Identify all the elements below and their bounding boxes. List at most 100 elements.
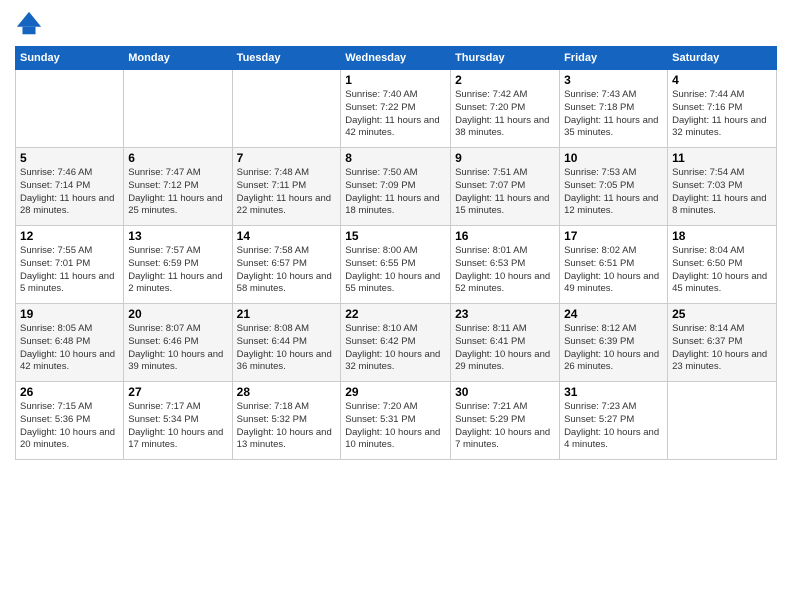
calendar-cell: 6 Sunrise: 7:47 AM Sunset: 7:12 PM Daylig…: [124, 148, 232, 226]
logo-icon: [15, 10, 43, 38]
calendar-table: SundayMondayTuesdayWednesdayThursdayFrid…: [15, 46, 777, 460]
calendar-cell: 12 Sunrise: 7:55 AM Sunset: 7:01 PM Dayli…: [16, 226, 124, 304]
day-info: Sunrise: 8:07 AM Sunset: 6:46 PM Dayligh…: [128, 323, 227, 374]
day-info: Sunrise: 8:05 AM Sunset: 6:48 PM Dayligh…: [20, 323, 119, 374]
day-number: 3: [564, 73, 663, 87]
calendar-cell: 18Sunrise: 8:04 AM Sunset: 6:50 PM Dayli…: [668, 226, 777, 304]
day-info: Sunrise: 7:53 AM Sunset: 7:05 PM Dayligh…: [564, 167, 663, 218]
day-number: 19: [20, 307, 119, 321]
calendar-header-wednesday: Wednesday: [341, 47, 451, 70]
calendar-cell: 13Sunrise: 7:57 AM Sunset: 6:59 PM Dayli…: [124, 226, 232, 304]
day-info: Sunrise: 8:10 AM Sunset: 6:42 PM Dayligh…: [345, 323, 446, 374]
day-number: 21: [237, 307, 337, 321]
calendar-cell: 2 Sunrise: 7:42 AM Sunset: 7:20 PM Daylig…: [451, 70, 560, 148]
day-number: 22: [345, 307, 446, 321]
day-number: 15: [345, 229, 446, 243]
day-number: 18: [672, 229, 772, 243]
page-header: [15, 10, 777, 38]
day-info: Sunrise: 7:48 AM Sunset: 7:11 PM Dayligh…: [237, 167, 337, 218]
calendar-header-sunday: Sunday: [16, 47, 124, 70]
calendar-header-row: SundayMondayTuesdayWednesdayThursdayFrid…: [16, 47, 777, 70]
day-info: Sunrise: 7:20 AM Sunset: 5:31 PM Dayligh…: [345, 401, 446, 452]
calendar-week-4: 19 Sunrise: 8:05 AM Sunset: 6:48 PM Dayli…: [16, 304, 777, 382]
day-number: 5: [20, 151, 119, 165]
day-info: Sunrise: 8:11 AM Sunset: 6:41 PM Dayligh…: [455, 323, 555, 374]
day-number: 10: [564, 151, 663, 165]
day-info: Sunrise: 8:14 AM Sunset: 6:37 PM Dayligh…: [672, 323, 772, 374]
day-info: Sunrise: 7:43 AM Sunset: 7:18 PM Dayligh…: [564, 89, 663, 140]
day-info: Sunrise: 8:12 AM Sunset: 6:39 PM Dayligh…: [564, 323, 663, 374]
day-number: 28: [237, 385, 337, 399]
calendar-week-5: 26 Sunrise: 7:15 AM Sunset: 5:36 PM Dayli…: [16, 382, 777, 460]
calendar-week-3: 12 Sunrise: 7:55 AM Sunset: 7:01 PM Dayli…: [16, 226, 777, 304]
day-info: Sunrise: 7:15 AM Sunset: 5:36 PM Dayligh…: [20, 401, 119, 452]
calendar-cell: 31Sunrise: 7:23 AM Sunset: 5:27 PM Dayli…: [560, 382, 668, 460]
calendar-cell: [124, 70, 232, 148]
day-info: Sunrise: 7:51 AM Sunset: 7:07 PM Dayligh…: [455, 167, 555, 218]
calendar-week-1: 1 Sunrise: 7:40 AM Sunset: 7:22 PM Daylig…: [16, 70, 777, 148]
day-number: 16: [455, 229, 555, 243]
calendar-week-2: 5 Sunrise: 7:46 AM Sunset: 7:14 PM Daylig…: [16, 148, 777, 226]
day-number: 26: [20, 385, 119, 399]
day-number: 24: [564, 307, 663, 321]
day-info: Sunrise: 7:21 AM Sunset: 5:29 PM Dayligh…: [455, 401, 555, 452]
calendar-cell: 19 Sunrise: 8:05 AM Sunset: 6:48 PM Dayli…: [16, 304, 124, 382]
day-info: Sunrise: 8:01 AM Sunset: 6:53 PM Dayligh…: [455, 245, 555, 296]
calendar-cell: 9Sunrise: 7:51 AM Sunset: 7:07 PM Daylig…: [451, 148, 560, 226]
day-info: Sunrise: 7:58 AM Sunset: 6:57 PM Dayligh…: [237, 245, 337, 296]
day-info: Sunrise: 7:44 AM Sunset: 7:16 PM Dayligh…: [672, 89, 772, 140]
day-number: 27: [128, 385, 227, 399]
calendar-cell: 1 Sunrise: 7:40 AM Sunset: 7:22 PM Daylig…: [341, 70, 451, 148]
day-number: 23: [455, 307, 555, 321]
day-info: Sunrise: 7:46 AM Sunset: 7:14 PM Dayligh…: [20, 167, 119, 218]
calendar-cell: [16, 70, 124, 148]
calendar-cell: 10 Sunrise: 7:53 AM Sunset: 7:05 PM Dayli…: [560, 148, 668, 226]
day-info: Sunrise: 7:23 AM Sunset: 5:27 PM Dayligh…: [564, 401, 663, 452]
calendar-cell: 24 Sunrise: 8:12 AM Sunset: 6:39 PM Dayli…: [560, 304, 668, 382]
day-info: Sunrise: 7:47 AM Sunset: 7:12 PM Dayligh…: [128, 167, 227, 218]
day-info: Sunrise: 7:42 AM Sunset: 7:20 PM Dayligh…: [455, 89, 555, 140]
calendar-cell: 3 Sunrise: 7:43 AM Sunset: 7:18 PM Daylig…: [560, 70, 668, 148]
day-number: 11: [672, 151, 772, 165]
day-info: Sunrise: 7:50 AM Sunset: 7:09 PM Dayligh…: [345, 167, 446, 218]
day-info: Sunrise: 7:40 AM Sunset: 7:22 PM Dayligh…: [345, 89, 446, 140]
calendar-cell: 29 Sunrise: 7:20 AM Sunset: 5:31 PM Dayli…: [341, 382, 451, 460]
calendar-cell: 11 Sunrise: 7:54 AM Sunset: 7:03 PM Dayli…: [668, 148, 777, 226]
day-number: 29: [345, 385, 446, 399]
day-number: 7: [237, 151, 337, 165]
calendar-header-monday: Monday: [124, 47, 232, 70]
day-number: 17: [564, 229, 663, 243]
calendar-cell: [232, 70, 341, 148]
day-number: 25: [672, 307, 772, 321]
day-number: 2: [455, 73, 555, 87]
day-number: 1: [345, 73, 446, 87]
day-info: Sunrise: 7:55 AM Sunset: 7:01 PM Dayligh…: [20, 245, 119, 296]
calendar-cell: [668, 382, 777, 460]
calendar-cell: 21Sunrise: 8:08 AM Sunset: 6:44 PM Dayli…: [232, 304, 341, 382]
day-number: 14: [237, 229, 337, 243]
calendar-cell: 8Sunrise: 7:50 AM Sunset: 7:09 PM Daylig…: [341, 148, 451, 226]
calendar-header-tuesday: Tuesday: [232, 47, 341, 70]
calendar-header-friday: Friday: [560, 47, 668, 70]
calendar-cell: 16 Sunrise: 8:01 AM Sunset: 6:53 PM Dayli…: [451, 226, 560, 304]
calendar-cell: 15 Sunrise: 8:00 AM Sunset: 6:55 PM Dayli…: [341, 226, 451, 304]
day-info: Sunrise: 7:18 AM Sunset: 5:32 PM Dayligh…: [237, 401, 337, 452]
calendar-header-thursday: Thursday: [451, 47, 560, 70]
day-info: Sunrise: 7:57 AM Sunset: 6:59 PM Dayligh…: [128, 245, 227, 296]
day-info: Sunrise: 7:54 AM Sunset: 7:03 PM Dayligh…: [672, 167, 772, 218]
day-number: 12: [20, 229, 119, 243]
calendar-cell: 20Sunrise: 8:07 AM Sunset: 6:46 PM Dayli…: [124, 304, 232, 382]
day-number: 30: [455, 385, 555, 399]
calendar-cell: 5 Sunrise: 7:46 AM Sunset: 7:14 PM Daylig…: [16, 148, 124, 226]
calendar-cell: 7 Sunrise: 7:48 AM Sunset: 7:11 PM Daylig…: [232, 148, 341, 226]
calendar-cell: 30 Sunrise: 7:21 AM Sunset: 5:29 PM Dayli…: [451, 382, 560, 460]
calendar-cell: 22 Sunrise: 8:10 AM Sunset: 6:42 PM Dayli…: [341, 304, 451, 382]
day-info: Sunrise: 8:00 AM Sunset: 6:55 PM Dayligh…: [345, 245, 446, 296]
day-number: 6: [128, 151, 227, 165]
day-number: 4: [672, 73, 772, 87]
calendar-cell: 28 Sunrise: 7:18 AM Sunset: 5:32 PM Dayli…: [232, 382, 341, 460]
calendar-header-saturday: Saturday: [668, 47, 777, 70]
calendar-cell: 26 Sunrise: 7:15 AM Sunset: 5:36 PM Dayli…: [16, 382, 124, 460]
day-info: Sunrise: 7:17 AM Sunset: 5:34 PM Dayligh…: [128, 401, 227, 452]
calendar-cell: 14 Sunrise: 7:58 AM Sunset: 6:57 PM Dayli…: [232, 226, 341, 304]
